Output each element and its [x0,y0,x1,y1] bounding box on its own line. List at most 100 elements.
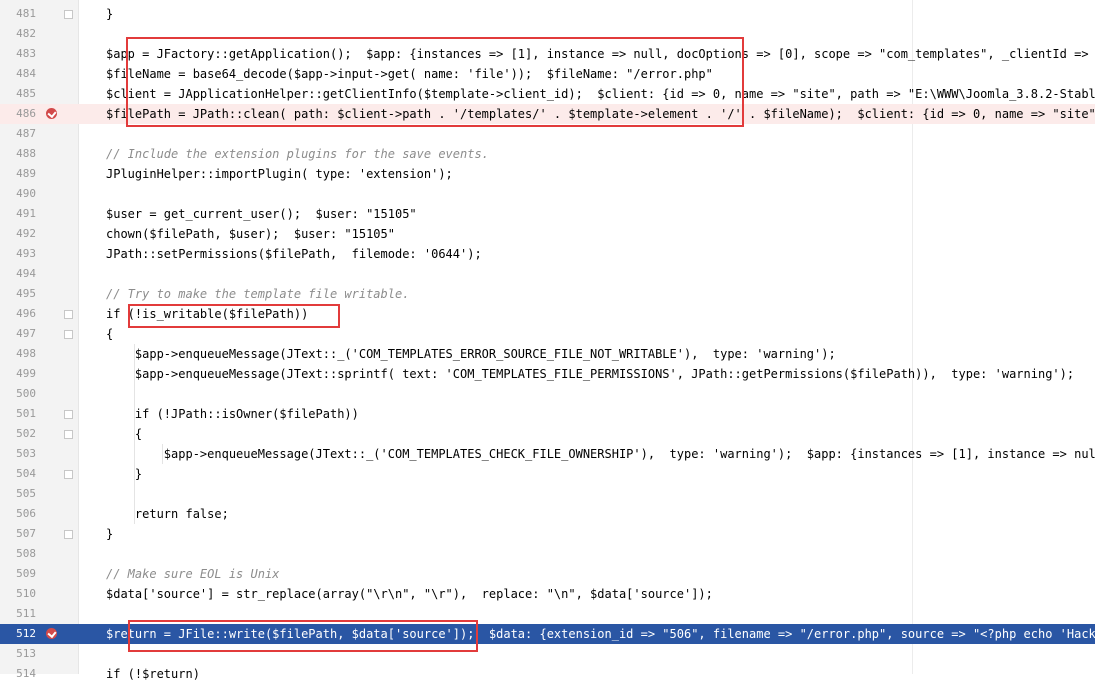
code-text: $data['source'] = str_replace(array("\r\… [106,587,713,601]
indent-guide [134,344,135,524]
code-text: JPath::setPermissions($filePath, filemod… [106,247,482,261]
code-text: $filePath = JPath::clean( path: $client-… [106,107,1095,121]
code-text: } [106,467,143,481]
code-text: $fileName = base64_decode($app->input->g… [106,67,713,81]
code-line[interactable]: 492 chown($filePath, $user); $user: "1510… [0,224,1095,244]
line-number: 514 [16,667,36,680]
fold-marker-icon[interactable] [64,10,73,19]
code-line[interactable]: 491 $user = get_current_user(); $user: "1… [0,204,1095,224]
code-line[interactable]: 500 [0,384,1095,404]
fold-marker-icon[interactable] [64,330,73,339]
code-line[interactable]: 494 [0,264,1095,284]
code-text: { [106,427,143,441]
code-line[interactable]: 503 $app->enqueueMessage(JText::_('COM_T… [0,444,1095,464]
indent-guide [162,444,163,464]
line-number: 511 [16,607,36,620]
breakpoint-icon[interactable] [46,628,57,639]
line-number: 496 [16,307,36,320]
code-line[interactable]: 490 [0,184,1095,204]
code-line[interactable]: 513 [0,644,1095,664]
line-number: 513 [16,647,36,660]
line-number: 488 [16,147,36,160]
line-number: 510 [16,587,36,600]
line-number: 512 [16,627,36,640]
code-comment: // Make sure EOL is Unix [106,567,280,581]
code-comment: // Try to make the template file writabl… [106,287,410,301]
code-text: chown($filePath, $user); $user: "15105" [106,227,395,241]
code-line[interactable]: 506 return false; [0,504,1095,524]
code-line[interactable]: 495 // Try to make the template file writ… [0,284,1095,304]
fold-marker-icon[interactable] [64,430,73,439]
code-line[interactable]: 507} [0,524,1095,544]
code-text: $user = get_current_user(); $user: "1510… [106,207,417,221]
breakpoint-icon[interactable] [46,108,57,119]
line-number: 502 [16,427,36,440]
fold-marker-icon[interactable] [64,530,73,539]
line-number: 493 [16,247,36,260]
code-text: $app->enqueueMessage(JText::sprintf( tex… [106,367,1075,381]
code-text: return false; [106,507,229,521]
code-line[interactable]: 508 [0,544,1095,564]
line-number: 497 [16,327,36,340]
code-line[interactable]: 505 [0,484,1095,504]
line-number: 504 [16,467,36,480]
code-line[interactable]: 498 $app->enqueueMessage(JText::_('COM_T… [0,344,1095,364]
code-text: } [106,7,114,21]
code-line[interactable]: 511 [0,604,1095,624]
code-line[interactable]: 509 // Make sure EOL is Unix [0,564,1095,584]
line-number: 483 [16,47,36,60]
code-text: $client = JApplicationHelper::getClientI… [106,87,1095,101]
code-line[interactable]: 481} [0,4,1095,24]
code-line[interactable]: 482 [0,24,1095,44]
line-number: 481 [16,7,36,20]
code-line-current-execution[interactable]: 512 $return = JFile::write($filePath, $da… [0,624,1095,644]
line-number: 489 [16,167,36,180]
code-editor[interactable]: 481} 482 483 $app = JFactory::getApplicat… [0,0,1095,681]
line-number: 490 [16,187,36,200]
code-text: if (!JPath::isOwner($filePath)) [106,407,359,421]
code-text: } [106,527,114,541]
code-line[interactable]: 496 if (!is_writable($filePath)) [0,304,1095,324]
code-text: JPluginHelper::importPlugin( type: 'exte… [106,167,453,181]
line-number: 506 [16,507,36,520]
line-number: 503 [16,447,36,460]
code-line[interactable]: 504 } [0,464,1095,484]
code-text: if (!$return) [106,667,200,681]
code-line[interactable]: 483 $app = JFactory::getApplication(); $a… [0,44,1095,64]
line-number: 492 [16,227,36,240]
code-line[interactable]: 488 // Include the extension plugins for … [0,144,1095,164]
code-text: $return = JFile::write($filePath, $data[… [106,627,1095,641]
code-line[interactable]: 485 $client = JApplicationHelper::getClie… [0,84,1095,104]
code-line-breakpoint[interactable]: 486 $filePath = JPath::clean( path: $clie… [0,104,1095,124]
fold-marker-icon[interactable] [64,410,73,419]
code-line[interactable]: 484 $fileName = base64_decode($app->input… [0,64,1095,84]
code-text: $app->enqueueMessage(JText::_('COM_TEMPL… [106,447,1095,461]
code-text: $app->enqueueMessage(JText::_('COM_TEMPL… [106,347,836,361]
line-number: 505 [16,487,36,500]
code-line[interactable]: 510 $data['source'] = str_replace(array("… [0,584,1095,604]
code-line[interactable]: 497 { [0,324,1095,344]
code-line[interactable]: 502 { [0,424,1095,444]
code-line[interactable]: 489 JPluginHelper::importPlugin( type: 'e… [0,164,1095,184]
line-number: 499 [16,367,36,380]
line-number: 507 [16,527,36,540]
fold-marker-icon[interactable] [64,310,73,319]
line-number: 486 [16,107,36,120]
line-number: 484 [16,67,36,80]
line-number: 501 [16,407,36,420]
code-text: { [106,327,114,341]
line-number: 495 [16,287,36,300]
code-line[interactable]: 487 [0,124,1095,144]
line-number: 509 [16,567,36,580]
line-number: 508 [16,547,36,560]
line-number: 494 [16,267,36,280]
code-line[interactable]: 514 if (!$return) [0,664,1095,684]
code-line[interactable]: 493 JPath::setPermissions($filePath, file… [0,244,1095,264]
code-line[interactable]: 499 $app->enqueueMessage(JText::sprintf(… [0,364,1095,384]
code-text: $app = JFactory::getApplication(); $app:… [106,47,1095,61]
code-line[interactable]: 501 if (!JPath::isOwner($filePath)) [0,404,1095,424]
fold-marker-icon[interactable] [64,470,73,479]
line-number: 485 [16,87,36,100]
code-comment: // Include the extension plugins for the… [106,147,489,161]
line-number: 487 [16,127,36,140]
